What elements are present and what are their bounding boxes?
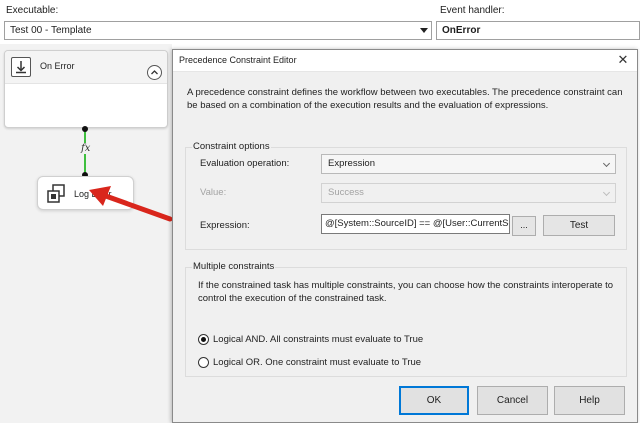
executable-combobox[interactable]: Test 00 - Template: [4, 21, 432, 40]
chevron-down-icon: [602, 159, 611, 168]
dialog-title: Precedence Constraint Editor: [179, 55, 297, 65]
constraint-start-dot: [82, 126, 88, 132]
value-label: Value:: [200, 187, 227, 198]
radio-button-icon[interactable]: [198, 357, 209, 368]
expression-fx-icon[interactable]: fx: [80, 143, 92, 154]
dialog-description: A precedence constraint defines the work…: [187, 87, 623, 111]
constraint-options-caption: Constraint options: [192, 141, 271, 152]
designer-canvas[interactable]: On Error fx Log Error: [0, 44, 173, 423]
logical-and-label[interactable]: Logical AND. All constraints must evalua…: [213, 334, 423, 345]
radio-button-icon[interactable]: [198, 334, 209, 345]
event-handler-value: OnError: [442, 25, 481, 36]
executable-value: Test 00 - Template: [10, 25, 92, 36]
container-task-icon: [11, 57, 31, 77]
expression-builder-button[interactable]: ...: [512, 216, 536, 236]
dialog-titlebar[interactable]: Precedence Constraint Editor ✕: [173, 50, 637, 72]
execute-sql-task-icon: [47, 184, 65, 203]
value-select-value: Success: [328, 187, 364, 198]
expression-input[interactable]: @[System::SourceID] == @[User::CurrentSo…: [321, 214, 510, 234]
constraint-options-group: Constraint options Evaluation operation:…: [185, 141, 627, 250]
radio-selected-dot: [201, 337, 206, 342]
ok-button[interactable]: OK: [399, 386, 469, 415]
value-select[interactable]: Success: [321, 183, 616, 203]
collapse-chevron-icon[interactable]: [147, 65, 162, 80]
evaluation-operation-label: Evaluation operation:: [200, 158, 290, 169]
dropdown-arrow-icon[interactable]: [420, 28, 428, 33]
evaluation-operation-select[interactable]: Expression: [321, 154, 616, 174]
help-button[interactable]: Help: [554, 386, 625, 415]
evaluation-operation-value: Expression: [328, 158, 375, 169]
expression-label: Expression:: [200, 220, 250, 231]
cancel-button[interactable]: Cancel: [477, 386, 548, 415]
test-button[interactable]: Test: [543, 215, 615, 236]
on-error-container[interactable]: On Error: [4, 50, 168, 128]
container-title: On Error: [40, 61, 75, 71]
close-icon[interactable]: ✕: [615, 52, 631, 68]
event-handler-label: Event handler:: [440, 5, 505, 16]
annotation-arrow-icon: [89, 186, 173, 222]
event-handler-combobox[interactable]: OnError: [436, 21, 640, 40]
executable-label: Executable:: [6, 5, 59, 16]
multiple-constraints-caption: Multiple constraints: [192, 261, 276, 272]
logical-or-label[interactable]: Logical OR. One constraint must evaluate…: [213, 357, 421, 368]
multiple-constraints-description: If the constrained task has multiple con…: [198, 280, 614, 304]
multiple-constraints-group: Multiple constraints If the constrained …: [185, 261, 627, 377]
container-header[interactable]: On Error: [5, 51, 167, 84]
precedence-constraint-editor-dialog: Precedence Constraint Editor ✕ A precede…: [172, 49, 638, 423]
chevron-down-icon: [602, 188, 611, 197]
